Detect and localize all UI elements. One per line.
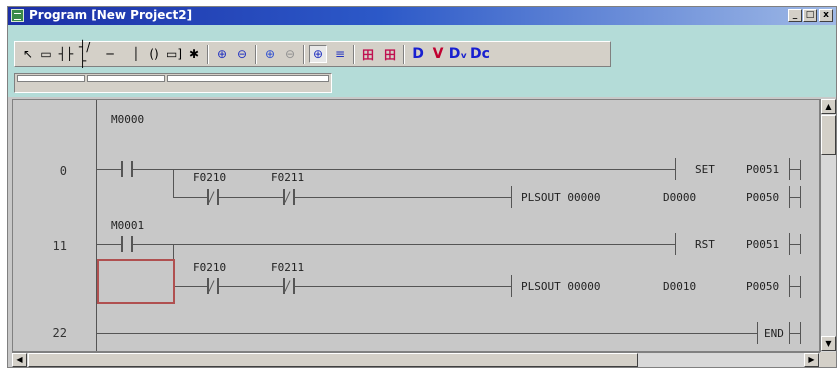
box-cap (757, 322, 758, 344)
zoom-out-icon[interactable]: ⊖ (233, 45, 251, 63)
zoom-in-icon[interactable]: ⊕ (213, 45, 231, 63)
instruction-arg[interactable]: P0050 (746, 191, 779, 204)
step-number: 0 (59, 164, 67, 178)
status-cell (87, 75, 165, 82)
rung-wire (173, 286, 207, 287)
scroll-right-icon[interactable]: ▶ (804, 353, 819, 367)
right-power-rail (800, 160, 801, 180)
zoom-disabled-icon: ⊖ (284, 47, 296, 61)
function-box-icon[interactable]: ▭] (165, 45, 183, 63)
device-label: M0001 (111, 219, 145, 232)
scroll-thumb[interactable] (821, 115, 836, 155)
ladder-editor[interactable]: 0 M0000 SET P0051 F0210 F0211 PLSOUT 000… (12, 99, 820, 352)
toolbar-separator (403, 45, 405, 64)
program-window: Program [New Project2] _ □ x ↖ ▭ ┤├ ┤/├ … (7, 6, 837, 368)
vertical-line-icon[interactable]: │ (127, 45, 145, 63)
rung-wire (97, 169, 121, 170)
zoom-fit-icon[interactable]: ⊕ (261, 45, 279, 63)
nc-contact[interactable] (207, 189, 219, 205)
rung-wire (295, 286, 511, 287)
right-power-rail (800, 276, 801, 298)
title-bar[interactable]: Program [New Project2] _ □ x (8, 7, 836, 25)
rung-wire (133, 169, 675, 170)
rung-wire (219, 286, 283, 287)
toolbar-separator (207, 45, 209, 64)
right-power-rail (800, 186, 801, 208)
device-label: F0211 (271, 261, 305, 274)
instruction-arg[interactable]: P0051 (746, 163, 779, 176)
left-power-rail (96, 100, 97, 351)
step-number: 11 (52, 239, 67, 253)
nc-contact[interactable] (283, 278, 295, 294)
device-label: F0210 (193, 171, 227, 184)
size-grip[interactable] (820, 352, 836, 367)
coil-icon[interactable]: () (145, 45, 163, 63)
window-title: Program [New Project2] (29, 8, 193, 22)
close-button[interactable]: x (819, 9, 833, 22)
rung-wire (97, 333, 757, 334)
list-view-icon[interactable]: ≡ (331, 45, 349, 63)
vertical-scrollbar[interactable]: ▲ ▼ (820, 99, 836, 352)
toolbar: ↖ ▭ ┤├ ┤/├ ─ │ () ▭] ✱ ⊕ ⊖ ⊕ ⊖ ⊕ ≡ 田 田 D… (14, 40, 611, 68)
rectangle-select-icon[interactable]: ▭ (37, 45, 55, 63)
instruction-arg[interactable]: D0000 (663, 191, 696, 204)
box-cap (511, 275, 512, 297)
toolbar-separator (303, 45, 305, 64)
step-number: 22 (52, 326, 67, 340)
instruction-op[interactable]: PLSOUT 00000 (521, 191, 600, 204)
scroll-down-icon[interactable]: ▼ (821, 336, 836, 351)
status-bar (14, 73, 332, 93)
device-label: M0000 (111, 113, 145, 126)
status-cell (167, 75, 329, 82)
status-cell (17, 75, 85, 82)
select-arrow-icon[interactable]: ↖ (19, 45, 37, 63)
table-view-icon[interactable]: 田 (359, 45, 377, 63)
asterisk-icon[interactable]: ✱ (185, 45, 203, 63)
edit-cursor[interactable] (97, 259, 175, 304)
device-dc-icon[interactable]: Dc (470, 45, 490, 63)
branch-line (173, 169, 174, 198)
instruction-end[interactable]: END (764, 327, 784, 340)
right-power-rail (800, 234, 801, 254)
rung-wire (173, 197, 207, 198)
horizontal-scrollbar[interactable]: ◀ ▶ (12, 352, 820, 367)
horizontal-line-icon[interactable]: ─ (101, 45, 119, 63)
right-power-rail (800, 322, 801, 344)
table-view-alt-icon[interactable]: 田 (381, 45, 399, 63)
rung-wire (295, 197, 511, 198)
instruction-arg[interactable]: D0010 (663, 280, 696, 293)
instruction-op[interactable]: PLSOUT 00000 (521, 280, 600, 293)
scroll-thumb[interactable] (28, 353, 638, 367)
box-cap (675, 158, 676, 180)
device-d-icon[interactable]: D (409, 45, 427, 63)
device-dv-icon[interactable]: Dᵥ (449, 45, 468, 63)
device-v-icon[interactable]: V (429, 45, 447, 63)
restore-button[interactable]: □ (803, 9, 817, 22)
instruction-arg[interactable]: P0051 (746, 238, 779, 251)
instruction-op[interactable]: SET (695, 163, 715, 176)
toolbar-separator (353, 45, 355, 64)
find-icon[interactable]: ⊕ (309, 45, 327, 63)
scroll-up-icon[interactable]: ▲ (821, 99, 836, 114)
toolbar-area: ↖ ▭ ┤├ ┤/├ ─ │ () ▭] ✱ ⊕ ⊖ ⊕ ⊖ ⊕ ≡ 田 田 D… (8, 25, 836, 97)
no-contact[interactable] (121, 161, 133, 177)
no-contact-icon[interactable]: ┤├ (57, 45, 75, 63)
nc-contact[interactable] (283, 189, 295, 205)
instruction-op[interactable]: RST (695, 238, 715, 251)
app-icon[interactable] (11, 9, 24, 22)
rung-wire (219, 197, 283, 198)
device-label: F0210 (193, 261, 227, 274)
no-contact[interactable] (121, 236, 133, 252)
device-label: F0211 (271, 171, 305, 184)
nc-contact[interactable] (207, 278, 219, 294)
toolbar-separator (255, 45, 257, 64)
box-cap (511, 186, 512, 208)
rung-wire (133, 244, 675, 245)
box-cap (675, 233, 676, 255)
instruction-arg[interactable]: P0050 (746, 280, 779, 293)
nc-contact-icon[interactable]: ┤/├ (79, 40, 97, 68)
rung-wire (97, 244, 121, 245)
scroll-left-icon[interactable]: ◀ (12, 353, 27, 367)
minimize-button[interactable]: _ (788, 9, 802, 22)
